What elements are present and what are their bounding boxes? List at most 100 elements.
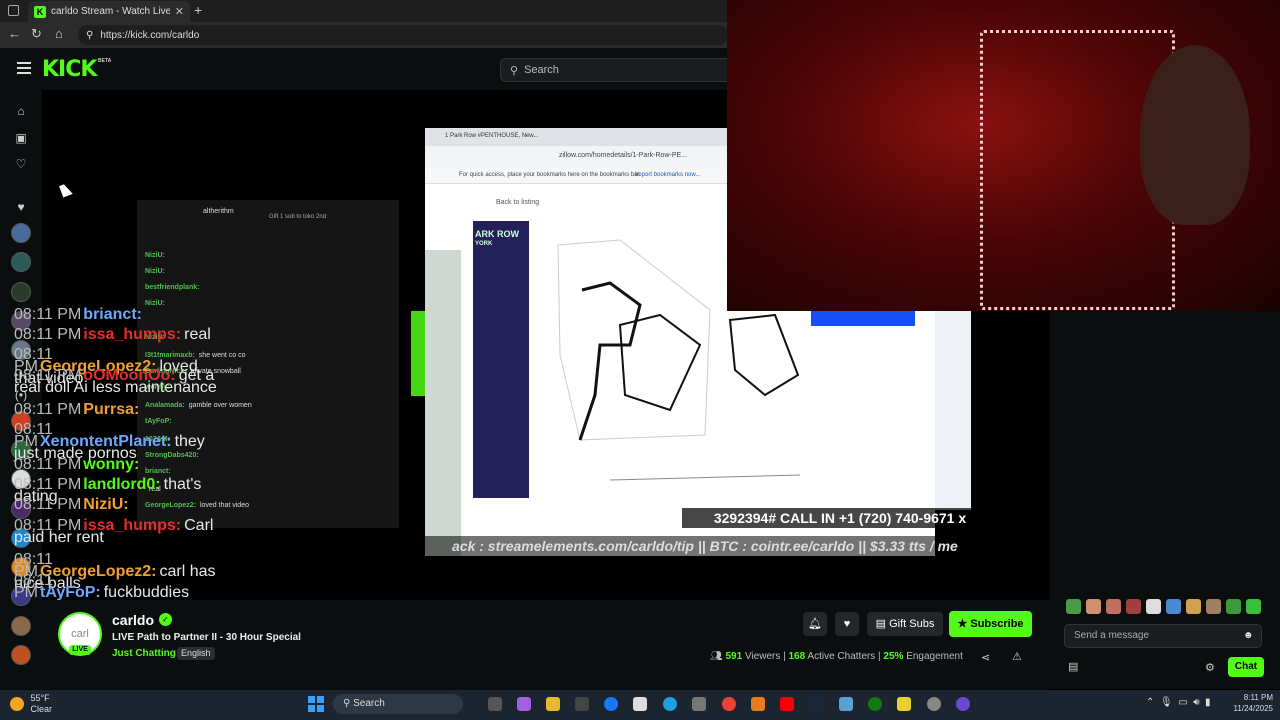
app-icon[interactable] — [839, 697, 853, 711]
menu-icon[interactable] — [17, 62, 31, 74]
bell-icon[interactable]: 🔔︎ — [803, 612, 827, 636]
recommended-channel-avatar[interactable] — [11, 616, 31, 636]
start-button[interactable] — [308, 696, 324, 712]
chat-username[interactable]: tAyFoP: — [40, 584, 101, 601]
chat-username[interactable]: NiziU: — [83, 496, 128, 513]
system-tray[interactable]: ⌃ 🎙︎ ▭ 🔊︎ ▮ — [1146, 697, 1211, 708]
chat-timestamp: 08:11 PM — [14, 456, 82, 473]
search-icon: ⚲ — [510, 64, 519, 77]
emote-icon[interactable] — [1206, 599, 1221, 614]
notes-icon[interactable] — [897, 697, 911, 711]
emote-icon[interactable] — [1066, 599, 1081, 614]
gift-icon[interactable]: ▤ — [1068, 660, 1078, 673]
emote-icon[interactable] — [1086, 599, 1101, 614]
chat-username[interactable]: brianct: — [83, 306, 142, 323]
vlc-icon[interactable] — [751, 697, 765, 711]
overlay-sub-user: altherithm — [203, 208, 234, 215]
home-icon[interactable]: ⌂ — [14, 104, 28, 118]
xbox-icon[interactable] — [868, 697, 882, 711]
recommended-channel-avatar[interactable] — [11, 645, 31, 665]
listing-sidebar — [935, 310, 971, 510]
engagement-label: Engagement — [906, 651, 963, 662]
chat-message: 08:11 PM oOMoonOo: get a real doll Ai less… — [14, 368, 224, 396]
share-icon[interactable]: ⋖ — [981, 651, 990, 664]
home-icon[interactable]: ⌂ — [55, 26, 63, 41]
channel-name[interactable]: carldo — [112, 612, 154, 628]
taskbar-clock[interactable]: 8:11 PM 11/24/2025 — [1225, 692, 1273, 714]
emote-icon[interactable] — [1226, 599, 1241, 614]
following-icon[interactable]: ♡ — [14, 157, 28, 171]
browse-icon[interactable]: ▣ — [14, 131, 28, 145]
chat-message-input[interactable]: Send a message — [1064, 624, 1262, 648]
chat-message: 08:11 PM wonny: — [14, 456, 224, 473]
chat-message: 08:11 PM tAyFoP: fuckbuddies — [14, 573, 224, 601]
stream-category[interactable]: Just Chatting — [112, 648, 176, 659]
chrome-icon[interactable] — [722, 697, 736, 711]
overlay-green-bar — [411, 311, 425, 396]
captured-url: zillow.com/homedetails/1-Park-Row-PE... — [559, 152, 687, 159]
followed-channel-avatar[interactable] — [11, 282, 31, 302]
back-icon[interactable]: ← — [8, 26, 21, 41]
verified-icon: ✓ — [159, 613, 172, 626]
copilot-icon[interactable] — [517, 697, 531, 711]
emote-icon[interactable] — [1106, 599, 1121, 614]
report-icon[interactable]: ⚠ — [1012, 650, 1022, 663]
heart-icon: ♥ — [17, 200, 25, 214]
search-input[interactable]: ⚲ Search — [500, 58, 740, 82]
emote-picker-icon[interactable]: ☻ — [1243, 630, 1254, 641]
emote-icon[interactable] — [1246, 599, 1261, 614]
chat-username[interactable]: Purrsa: — [83, 401, 139, 418]
weather-widget[interactable]: 55°F Clear — [10, 693, 52, 715]
clock-date: 11/24/2025 — [1233, 704, 1273, 713]
building-panel: ARK ROW YORK — [473, 221, 529, 498]
chat-username[interactable]: issa_humps: — [83, 326, 181, 343]
emote-icon[interactable] — [1126, 599, 1141, 614]
file-explorer-icon[interactable] — [546, 697, 560, 711]
overlay-chat-user: NiziU: — [145, 300, 165, 307]
chat-username[interactable]: wonny: — [83, 456, 139, 473]
followed-channel-avatar[interactable] — [11, 223, 31, 243]
steam-icon[interactable] — [809, 697, 823, 711]
map-strip — [425, 250, 461, 556]
chat-send-button[interactable]: Chat — [1228, 657, 1264, 677]
store-icon[interactable] — [575, 697, 589, 711]
edge-icon[interactable] — [663, 697, 677, 711]
subscribe-button[interactable]: ★ Subscribe — [949, 611, 1032, 637]
emote-icon[interactable] — [1166, 599, 1181, 614]
youtube-icon[interactable] — [780, 697, 794, 711]
viewers-label: Viewers — [744, 651, 781, 662]
language-tag[interactable]: English — [177, 647, 215, 660]
emote-icon[interactable] — [1146, 599, 1161, 614]
chat-settings-icon[interactable]: ⚙ — [1205, 661, 1215, 674]
calculator-icon[interactable] — [692, 697, 706, 711]
stream-title: LIVE Path to Partner II - 30 Hour Specia… — [112, 632, 301, 643]
followed-channel-avatar[interactable] — [11, 252, 31, 272]
browser-tab[interactable]: K carldo Stream - Watch Live on Ki ✕ — [28, 1, 190, 22]
new-tab-button[interactable]: + — [194, 2, 202, 18]
app-icon[interactable] — [927, 697, 941, 711]
window-menu-icon[interactable] — [8, 5, 19, 16]
chat-username[interactable]: landlord0: — [83, 476, 160, 493]
gift-subs-button[interactable]: ▤ Gift Subs — [867, 612, 943, 636]
reload-icon[interactable]: ↻ — [31, 26, 42, 42]
site-info-icon[interactable]: ⚲ — [86, 30, 93, 41]
task-view-icon[interactable] — [488, 697, 502, 711]
address-bar[interactable]: ⚲ https://kick.com/carldo — [78, 25, 728, 45]
obs-icon[interactable] — [956, 697, 970, 711]
chat-timestamp: 08:11 PM — [14, 326, 82, 343]
emote-icon[interactable] — [1186, 599, 1201, 614]
follow-heart-icon[interactable]: ♥ — [835, 612, 859, 636]
taskbar-search[interactable]: ⚲ Search — [333, 694, 463, 714]
tab-title: carldo Stream - Watch Live on Ki — [51, 6, 170, 17]
close-tab-icon[interactable]: ✕ — [175, 5, 184, 18]
chatters-label: Active Chatters — [807, 651, 876, 662]
chatters-count: 168 — [788, 651, 806, 662]
chat-message: 08:11 PM Purrsa: — [14, 401, 224, 418]
emote-bar[interactable] — [1066, 599, 1271, 617]
taskbar-search-label: Search — [353, 698, 385, 709]
amazon-icon[interactable] — [633, 697, 647, 711]
facebook-icon[interactable] — [604, 697, 618, 711]
weather-condition: Clear — [30, 704, 53, 714]
stream-stats: 👥︎ 591 Viewers | 168 Active Chatters | 2… — [710, 651, 963, 662]
kick-logo[interactable]: KICK — [42, 57, 97, 82]
